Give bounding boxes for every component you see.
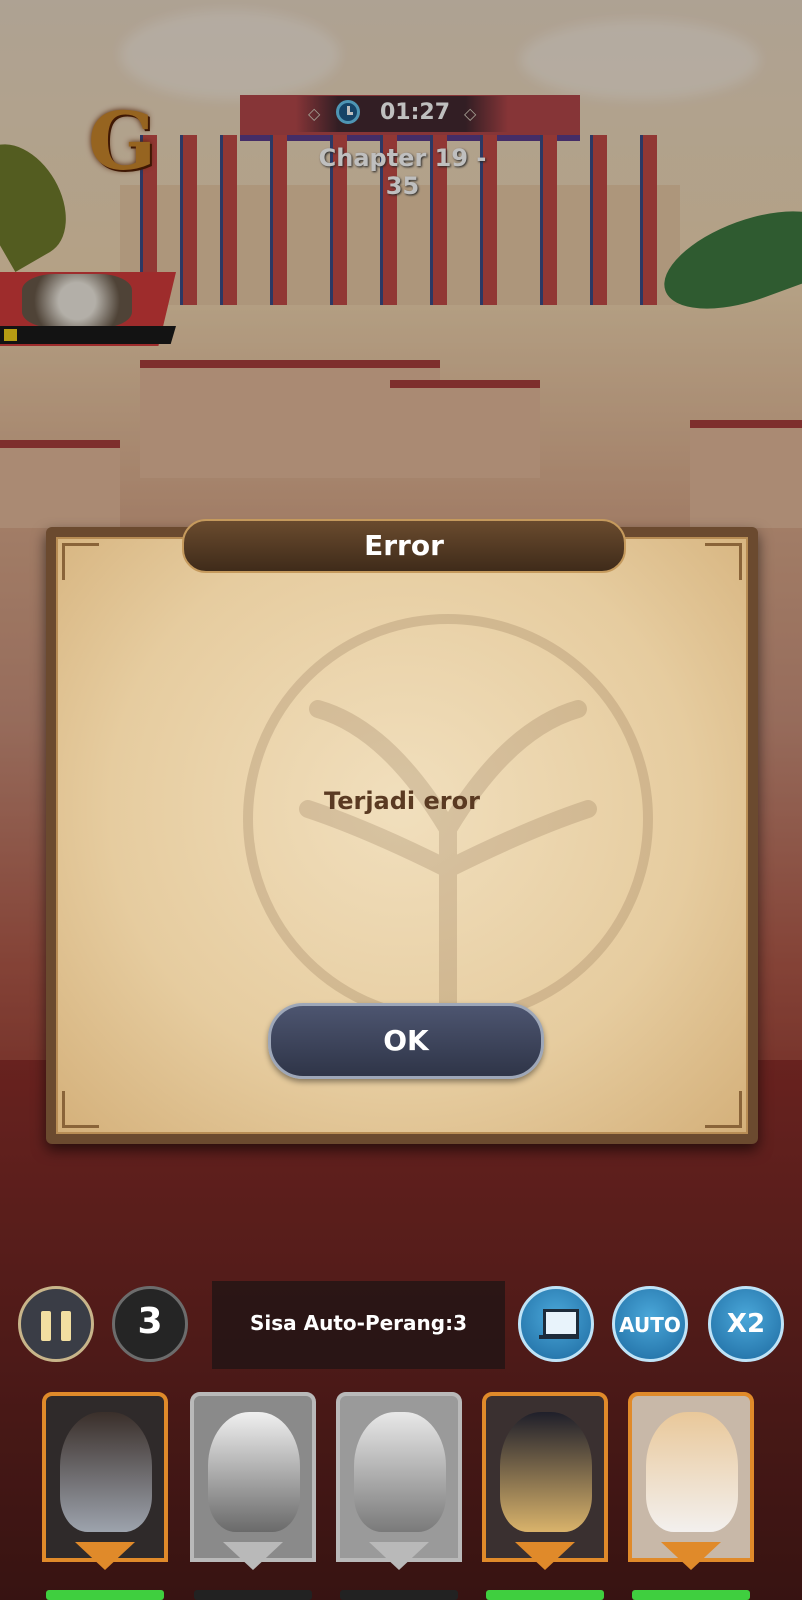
auto-button[interactable]: AUTO (612, 1286, 688, 1362)
corner-ornament-icon (705, 1091, 742, 1128)
ok-button[interactable]: OK (268, 1003, 544, 1079)
hero-card-4[interactable] (482, 1392, 608, 1572)
pause-icon-bar (61, 1311, 71, 1341)
auto-battle-panel: Sisa Auto-Perang:3 (212, 1281, 505, 1369)
pause-button[interactable] (18, 1286, 94, 1362)
ok-button-label: OK (383, 1024, 429, 1057)
error-dialog: Terjadi eror OK Error (46, 519, 758, 1144)
corner-ornament-icon (62, 1091, 99, 1128)
auto-button-label: AUTO (619, 1313, 681, 1337)
hero-card-3[interactable] (336, 1392, 462, 1572)
tree-emblem-icon (243, 614, 653, 1038)
corner-ornament-icon (705, 543, 742, 580)
hero-hp-bar (340, 1590, 458, 1600)
hero-hp-bar (632, 1590, 750, 1600)
battle-count-badge: 3 (112, 1286, 188, 1362)
monitor-stand (539, 1335, 579, 1339)
battle-count: 3 (137, 1301, 163, 1342)
corner-ornament-icon (62, 543, 99, 580)
hero-card-1[interactable] (42, 1392, 168, 1572)
monitor-icon (543, 1309, 579, 1337)
speed-button-label: X2 (726, 1309, 766, 1339)
pause-icon (41, 1311, 51, 1341)
hero-card-2[interactable] (190, 1392, 316, 1572)
hero-hp-bar (46, 1590, 164, 1600)
screen-toggle-button[interactable] (518, 1286, 594, 1362)
dialog-title-plate: Error (182, 519, 626, 573)
hero-card-5[interactable] (628, 1392, 754, 1572)
error-message: Terjadi eror (324, 787, 480, 815)
speed-button[interactable]: X2 (708, 1286, 784, 1362)
auto-battle-remaining: Sisa Auto-Perang:3 (250, 1311, 467, 1335)
hero-hp-bar (194, 1590, 312, 1600)
dialog-title: Error (364, 529, 444, 562)
hero-hp-bar (486, 1590, 604, 1600)
dialog-panel: Terjadi eror OK (56, 537, 748, 1134)
